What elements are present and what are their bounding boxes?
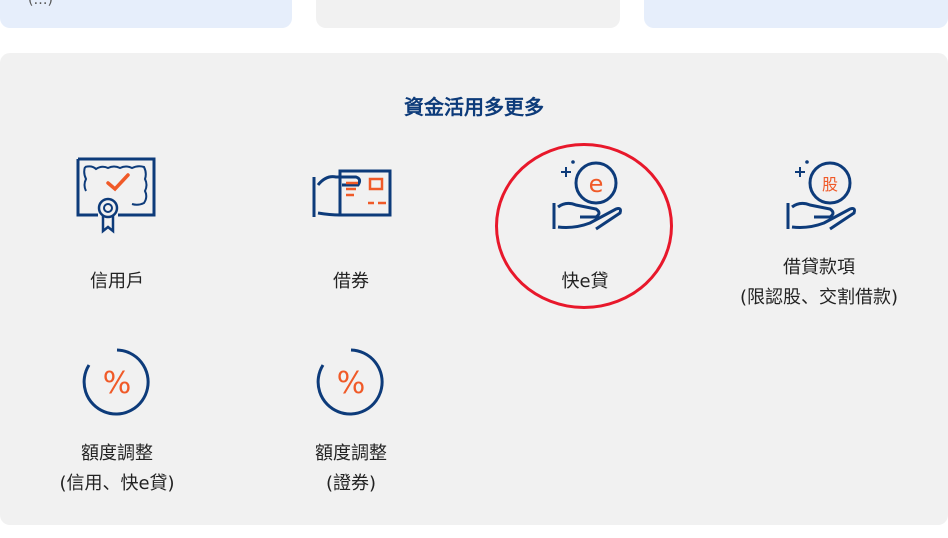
svg-text:e: e (589, 170, 604, 198)
percent-circle-icon: % (306, 345, 396, 429)
service-item-credit-account[interactable]: 信用戶 (0, 153, 234, 303)
service-item-limit-adjust-securities[interactable]: % 額度調整 (證券) (234, 345, 468, 505)
service-label: 信用戶 (90, 271, 144, 292)
service-sublabel: (信用、快e貸) (59, 473, 175, 494)
hand-coin-stock-icon: 股 (774, 153, 864, 237)
service-label: 借券 (333, 271, 369, 292)
service-item-quick-e-loan[interactable]: e 快e貸 (468, 153, 702, 303)
funds-services-panel: 資金活用多更多 信用戶 借券 e 快e貸 股 借貸款項 (限認股、交割借款) %… (0, 53, 948, 525)
top-card-2[interactable] (316, 0, 620, 28)
svg-text:%: % (337, 366, 366, 401)
service-sublabel: (證券) (325, 473, 377, 494)
service-item-limit-adjust-credit[interactable]: % 額度調整 (信用、快e貸) (0, 345, 234, 505)
panel-title: 資金活用多更多 (404, 95, 544, 119)
top-card-1[interactable]: (…) (0, 0, 292, 28)
service-label: 額度調整 (315, 443, 387, 464)
service-label: 額度調整 (81, 443, 153, 464)
percent-circle-icon: % (72, 345, 162, 429)
svg-text:股: 股 (822, 175, 838, 194)
svg-text:%: % (103, 366, 132, 401)
service-sublabel: (限認股、交割借款) (739, 287, 899, 308)
certificate-icon (72, 153, 162, 237)
card-hand-icon (306, 153, 396, 237)
top-card-1-text: (…) (28, 0, 53, 8)
service-item-loan-funds[interactable]: 股 借貸款項 (限認股、交割借款) (702, 153, 936, 323)
service-label: 借貸款項 (783, 257, 855, 278)
top-cards-row: (…) (0, 0, 948, 30)
service-item-securities-lending[interactable]: 借券 (234, 153, 468, 303)
hand-coin-e-icon: e (540, 153, 630, 237)
top-card-3[interactable] (644, 0, 948, 28)
service-label: 快e貸 (561, 271, 609, 292)
